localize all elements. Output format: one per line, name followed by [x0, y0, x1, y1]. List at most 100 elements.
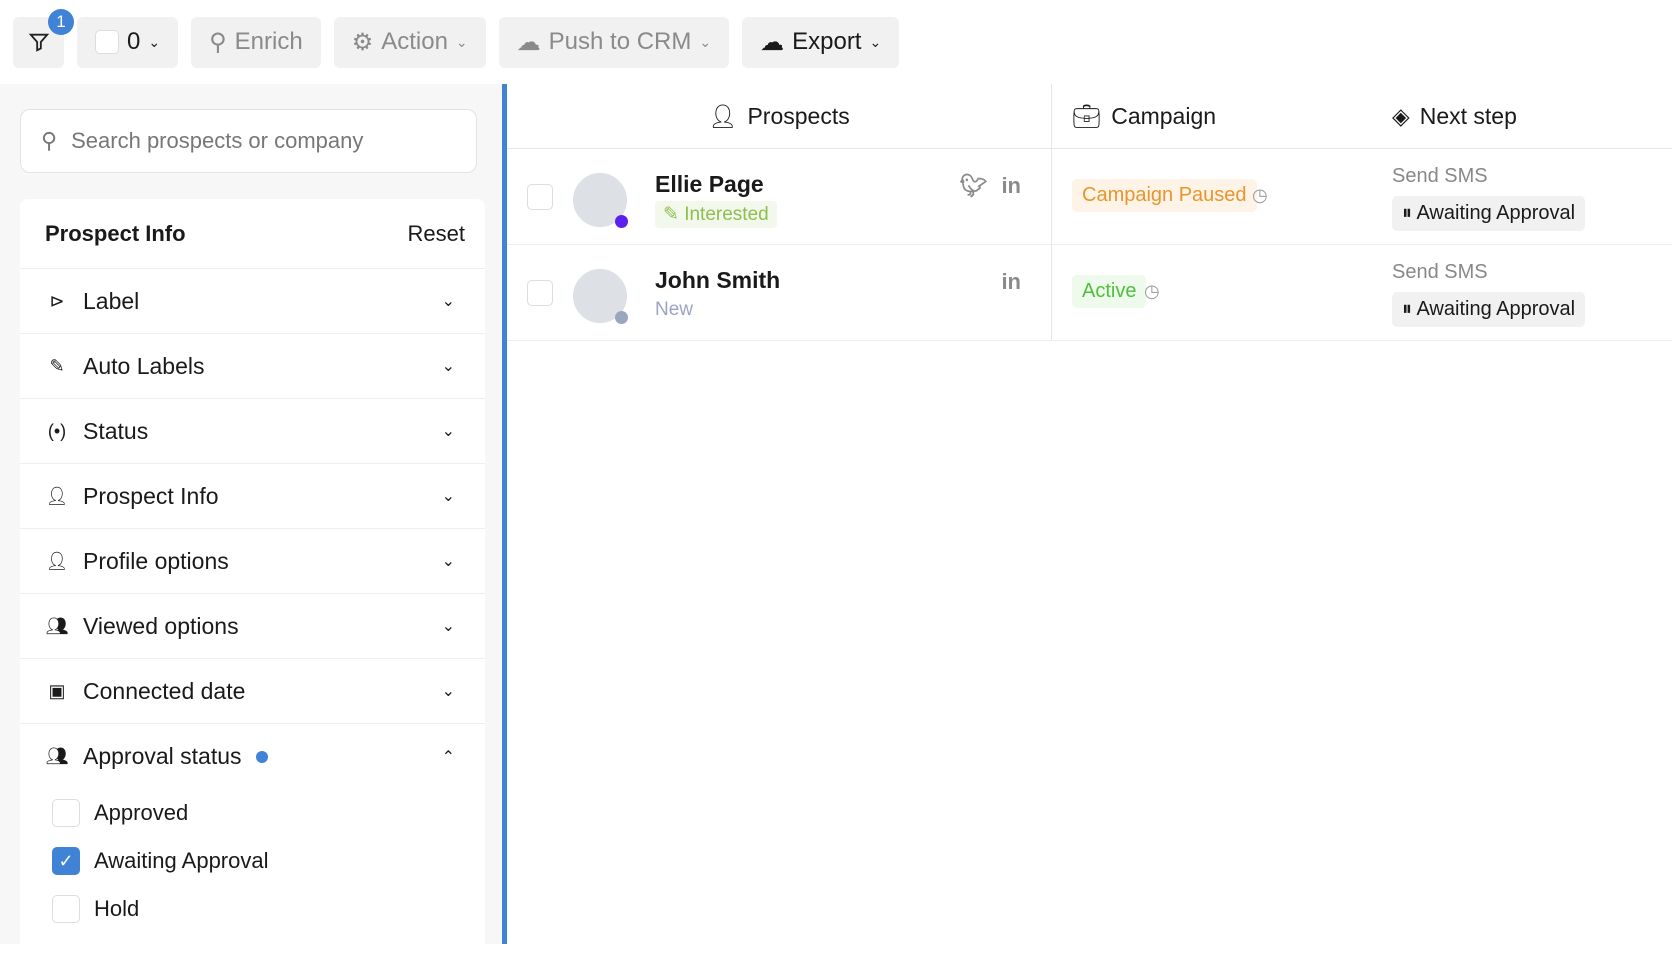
filter-button[interactable]: 1 [13, 8, 74, 68]
chevron-down-icon: ⌄ [441, 553, 455, 570]
option-label: Awaiting Approval [94, 848, 269, 873]
filter-name: Auto Labels [83, 352, 205, 379]
action-label: Action [381, 28, 448, 55]
approval-text: Awaiting Approval [1416, 202, 1576, 224]
header-campaign[interactable]: 💼︎ Campaign [1052, 84, 1392, 148]
active-filter-dot [255, 750, 268, 763]
filter-status[interactable]: (•) Status ⌄ [20, 399, 485, 464]
push-to-crm-button[interactable]: ☁ Push to CRM ⌄ [498, 16, 730, 68]
checkbox[interactable] [52, 799, 80, 827]
header-label: Next step [1419, 102, 1517, 129]
next-step-label: Send SMS [1392, 165, 1488, 187]
approval-badge: ⏸ Awaiting Approval [1392, 196, 1586, 231]
table-row[interactable]: Ellie Page ✎ Interested 🐦︎ in Campaign Pa… [507, 149, 1672, 245]
chevron-down-icon: ⌄ [441, 293, 455, 310]
export-button[interactable]: ☁ Export ⌄ [742, 16, 900, 68]
filter-auto-labels[interactable]: ✎ Auto Labels ⌄ [20, 334, 485, 399]
reset-button[interactable]: Reset [408, 221, 465, 247]
cloud-upload-icon: ☁ [516, 28, 541, 56]
label-text: New [655, 299, 694, 320]
label-badge: ✎ Interested [655, 201, 777, 228]
export-label: Export [792, 28, 862, 55]
next-step-label: Send SMS [1392, 261, 1488, 283]
filter-name: Profile options [83, 547, 229, 574]
users-icon: 👥︎ [45, 615, 69, 636]
gear-icon: ⚙ [351, 28, 374, 56]
magic-wand-icon: ✎ [49, 355, 65, 376]
approval-badge: ⏸ Awaiting Approval [1392, 292, 1586, 327]
enrich-button[interactable]: ⚲ Enrich [191, 16, 321, 68]
campaign-status-badge: Campaign Paused [1072, 179, 1257, 212]
option-label: Hold [94, 896, 140, 921]
prospect-name[interactable]: John Smith [655, 267, 780, 294]
filter-name: Approval status [83, 743, 242, 769]
chevron-down-icon: ⌄ [455, 33, 468, 50]
table-header: 👤︎ Prospects 💼︎ Campaign ◈ Next step [507, 84, 1672, 149]
enrich-label: Enrich [234, 28, 303, 55]
option-awaiting-approval[interactable]: ✓ Awaiting Approval [20, 837, 485, 885]
row-checkbox[interactable] [527, 184, 553, 210]
header-prospects[interactable]: 👤︎ Prospects [507, 84, 1052, 148]
table-row[interactable]: John Smith New in Active ◷ Send SMS ⏸ Awai… [507, 245, 1672, 341]
filter-prospect-info[interactable]: 👤︎ Prospect Info ⌄ [20, 464, 485, 529]
push-label: Push to CRM [548, 28, 692, 55]
chevron-up-icon: ⌃ [441, 748, 455, 766]
cloud-download-icon: ☁ [760, 28, 785, 56]
users-icon: 👥︎ [45, 746, 69, 766]
filter-viewed-options[interactable]: 👥︎ Viewed options ⌄ [20, 594, 485, 659]
selected-count: 0 [127, 28, 141, 55]
search-icon: ⚲ [209, 28, 227, 56]
option-label: Approved [94, 800, 189, 825]
layers-icon: ◈ [1392, 102, 1410, 129]
header-next-step[interactable]: ◈ Next step [1392, 84, 1672, 148]
tag-icon: ⊳ [49, 290, 65, 311]
filter-count-badge: 1 [48, 8, 74, 35]
filter-panel: Prospect Info Reset ⊳ Label ⌄ ✎ Auto Labels ⌄… [20, 199, 485, 959]
clock-icon: ◷ [1144, 281, 1160, 301]
calendar-icon: ▣ [48, 680, 66, 701]
header-label: Campaign [1111, 102, 1217, 129]
filter-name: Connected date [83, 677, 246, 704]
filter-name: Prospect Info [83, 482, 219, 509]
select-all-checkbox[interactable] [95, 30, 119, 54]
campaign-status-badge: Active [1072, 275, 1147, 308]
chevron-down-icon: ⌄ [148, 33, 161, 50]
status-dot [615, 311, 628, 324]
filter-name: Viewed options [83, 612, 239, 639]
filter-approval-status[interactable]: 👥︎ Approval status ⌃ [20, 724, 485, 789]
header-label: Prospects [747, 102, 850, 129]
select-dropdown[interactable]: 0 ⌄ [77, 16, 179, 68]
toolbar: 1 0 ⌄ ⚲ Enrich ⚙ Action ⌄ ☁ Push to CRM ⌄ ☁ Exp… [0, 0, 1672, 84]
filter-icon [28, 33, 49, 52]
prospects-table: 👤︎ Prospects 💼︎ Campaign ◈ Next step Ellie … [507, 84, 1672, 944]
chevron-down-icon: ⌄ [441, 358, 455, 375]
filter-profile-options[interactable]: 👤︎ Profile options ⌄ [20, 529, 485, 594]
row-checkbox[interactable] [527, 280, 553, 306]
chevron-down-icon: ⌄ [441, 423, 455, 440]
search-input[interactable]: ⚲ Search prospects or company [20, 109, 477, 173]
linkedin-icon[interactable]: in [1001, 173, 1021, 199]
prospect-name[interactable]: Ellie Page [655, 171, 764, 198]
linkedin-icon[interactable]: in [1001, 269, 1021, 295]
option-approved[interactable]: Approved [20, 789, 485, 837]
broadcast-icon: (•) [47, 420, 67, 441]
chevron-down-icon: ⌄ [441, 618, 455, 635]
user-icon: 👤︎ [45, 550, 69, 571]
chevron-down-icon: ⌄ [441, 683, 455, 700]
search-icon: ⚲ [41, 128, 58, 153]
checkbox-checked[interactable]: ✓ [52, 847, 80, 875]
filter-label[interactable]: ⊳ Label ⌄ [20, 269, 485, 334]
option-hold[interactable]: Hold [20, 885, 485, 933]
twitter-icon[interactable]: 🐦︎ [960, 173, 988, 199]
filter-sidebar: ⚲ Search prospects or company Prospect In… [0, 84, 502, 959]
chevron-down-icon: ⌄ [869, 33, 882, 50]
filter-connected-date[interactable]: ▣ Connected date ⌄ [20, 659, 485, 724]
chevron-down-icon: ⌄ [441, 488, 455, 505]
user-icon: 👤︎ [45, 485, 69, 506]
filter-name: Label [83, 287, 140, 314]
checkbox[interactable] [52, 895, 80, 923]
filter-name: Status [83, 417, 149, 444]
status-dot [615, 215, 628, 228]
action-button[interactable]: ⚙ Action ⌄ [333, 16, 486, 68]
user-icon: 👤︎ [708, 102, 738, 129]
